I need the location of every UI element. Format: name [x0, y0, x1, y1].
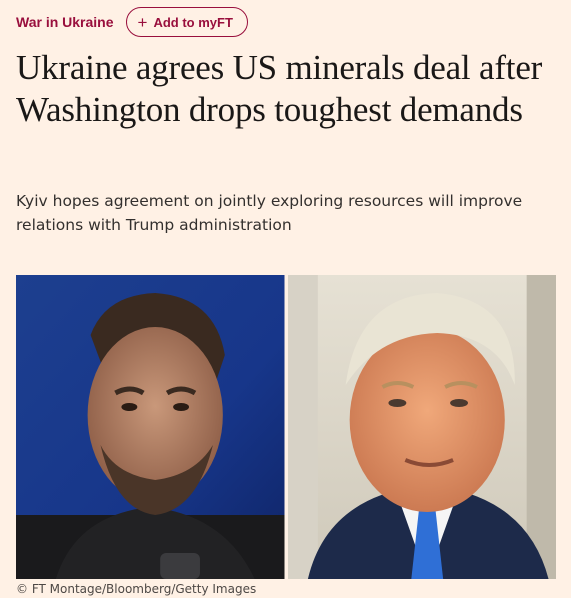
plus-icon: + [137, 12, 148, 32]
image-panel-left [16, 275, 285, 579]
add-to-myft-label: Add to myFT [153, 14, 233, 30]
article-image [16, 275, 556, 579]
standfirst: Kyiv hopes agreement on jointly explorin… [16, 192, 523, 234]
headline: Ukraine agrees US minerals deal after Wa… [16, 48, 543, 129]
topic-link[interactable]: War in Ukraine [16, 14, 114, 30]
image-panel-right [287, 275, 556, 579]
article-topline: War in Ukraine + Add to myFT [16, 7, 248, 37]
image-caption: © FT Montage/Bloomberg/Getty Images [16, 582, 257, 596]
add-to-myft-button[interactable]: + Add to myFT [125, 7, 248, 37]
